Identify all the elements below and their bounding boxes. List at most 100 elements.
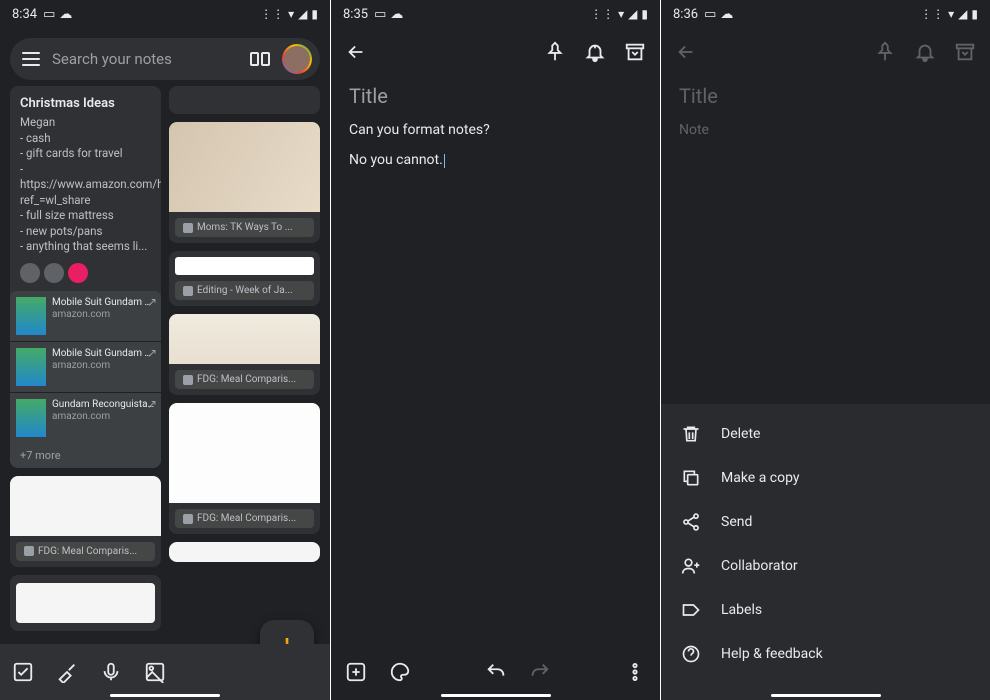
note-image [169, 314, 320, 364]
link-title: Mobile Suit Gundam Thun... [52, 348, 155, 360]
reminder-icon[interactable] [584, 41, 606, 63]
body-input[interactable]: Note [679, 122, 972, 138]
link-thumb [16, 399, 46, 437]
menu-icon[interactable] [22, 52, 40, 66]
archive-icon[interactable] [954, 41, 976, 63]
avatar [20, 263, 40, 283]
link-chip[interactable]: Moms: TK Ways To ... [175, 218, 314, 237]
editor-top-bar [331, 28, 660, 76]
title-input[interactable]: Title [349, 84, 642, 108]
doc-icon [24, 546, 34, 556]
open-link-icon[interactable]: ↗ [147, 295, 157, 309]
back-icon[interactable] [675, 41, 697, 63]
clock: 8:36 [673, 7, 698, 22]
reminder-icon[interactable] [914, 41, 936, 63]
more-links[interactable]: +7 more [10, 443, 161, 468]
add-icon[interactable] [345, 661, 367, 683]
note-card[interactable] [169, 86, 320, 114]
gesture-bar[interactable] [441, 694, 551, 697]
note-text[interactable]: No you cannot. [349, 152, 642, 168]
doc-icon [183, 223, 193, 233]
note-card[interactable] [10, 575, 161, 631]
connection-icon: ⋮⋮ [920, 7, 944, 21]
link-preview[interactable]: Mobile Suit Gundam Age ...amazon.com ↗ [10, 291, 161, 341]
label-icon [681, 600, 701, 620]
screen-notes-list: 8:34 ▭ ☁ ⋮⋮ ▾ ◢ ▮ Search your notes Chri… [0, 0, 330, 700]
doc-icon [183, 514, 193, 524]
note-card[interactable]: Christmas Ideas Megan - cash - gift card… [10, 86, 161, 468]
trash-icon [681, 424, 701, 444]
image-icon[interactable] [144, 661, 166, 683]
undo-icon[interactable] [485, 661, 507, 683]
title-input[interactable]: Title [679, 84, 972, 108]
note-card[interactable]: Editing - Week of Ja... [169, 251, 320, 306]
palette-icon[interactable] [389, 661, 411, 683]
note-image [169, 403, 320, 503]
archive-icon[interactable] [624, 41, 646, 63]
person-add-icon [681, 556, 701, 576]
gesture-bar[interactable] [771, 694, 881, 697]
open-link-icon[interactable]: ↗ [147, 346, 157, 360]
pin-icon[interactable] [544, 41, 566, 63]
open-link-icon[interactable]: ↗ [147, 397, 157, 411]
menu-send[interactable]: Send [661, 500, 990, 544]
search-bar[interactable]: Search your notes [10, 38, 320, 80]
note-image [16, 583, 155, 623]
mic-icon[interactable] [100, 661, 122, 683]
menu-copy[interactable]: Make a copy [661, 456, 990, 500]
screen-note-editor: 8:35 ▭ ☁ ⋮⋮ ▾ ◢ ▮ Title Can you format n… [330, 0, 660, 700]
link-domain: amazon.com [52, 360, 155, 372]
note-image [169, 122, 320, 212]
back-icon[interactable] [345, 41, 367, 63]
search-input[interactable]: Search your notes [52, 50, 238, 68]
note-card[interactable]: FDG: Meal Comparis... [169, 403, 320, 534]
note-card[interactable] [169, 542, 320, 562]
battery-icon: ▮ [971, 7, 978, 21]
link-preview[interactable]: Mobile Suit Gundam Thun...amazon.com ↗ [10, 341, 161, 392]
note-card[interactable]: Moms: TK Ways To ... [169, 122, 320, 243]
note-editor[interactable]: Title Can you format notes? No you canno… [331, 76, 660, 190]
link-chip[interactable]: Editing - Week of Ja... [175, 281, 314, 300]
status-bar: 8:34 ▭ ☁ ⋮⋮ ▾ ◢ ▮ [0, 0, 330, 28]
link-preview[interactable]: Gundam Reconguista i...amazon.com ↗ [10, 392, 161, 443]
battery-icon: ▮ [641, 7, 648, 21]
cloud-icon: ☁ [390, 7, 403, 22]
menu-delete[interactable]: Delete [661, 412, 990, 456]
link-chip[interactable]: FDG: Meal Comparis... [175, 509, 314, 528]
signal-icon: ◢ [298, 7, 307, 21]
wifi-icon: ▾ [618, 7, 624, 21]
bottom-sheet-menu: Delete Make a copy Send Collaborator Lab… [661, 404, 990, 700]
link-chip[interactable]: FDG: Meal Comparis... [175, 370, 314, 389]
link-domain: amazon.com [52, 411, 155, 423]
note-image [175, 257, 314, 275]
brush-icon[interactable] [56, 661, 78, 683]
note-body: Megan - cash - gift cards for travel -ht… [20, 115, 151, 255]
bottom-toolbar [0, 644, 330, 700]
editor-top-bar [661, 28, 990, 76]
checkbox-icon[interactable] [12, 661, 34, 683]
cast-icon: ▭ [704, 7, 716, 22]
gesture-bar[interactable] [110, 694, 220, 697]
note-card[interactable]: FDG: Meal Comparis... [10, 476, 161, 567]
menu-collaborator[interactable]: Collaborator [661, 544, 990, 588]
link-title: Gundam Reconguista i... [52, 399, 155, 411]
link-domain: amazon.com [52, 309, 155, 321]
redo-icon[interactable] [529, 661, 551, 683]
avatar [68, 263, 88, 283]
menu-labels[interactable]: Labels [661, 588, 990, 632]
signal-icon: ◢ [628, 7, 637, 21]
note-image [169, 542, 320, 562]
menu-help[interactable]: Help & feedback [661, 632, 990, 676]
note-card[interactable]: FDG: Meal Comparis... [169, 314, 320, 395]
view-toggle-icon[interactable] [250, 52, 270, 66]
link-chip[interactable]: FDG: Meal Comparis... [16, 542, 155, 561]
note-editor[interactable]: Title Note [661, 76, 990, 146]
note-text[interactable]: Can you format notes? [349, 122, 642, 138]
more-icon[interactable] [624, 661, 646, 683]
link-title: Mobile Suit Gundam Age ... [52, 297, 155, 309]
account-avatar[interactable] [282, 44, 312, 74]
pin-icon[interactable] [874, 41, 896, 63]
collaborators [20, 263, 151, 283]
doc-icon [183, 286, 193, 296]
copy-icon [681, 468, 701, 488]
